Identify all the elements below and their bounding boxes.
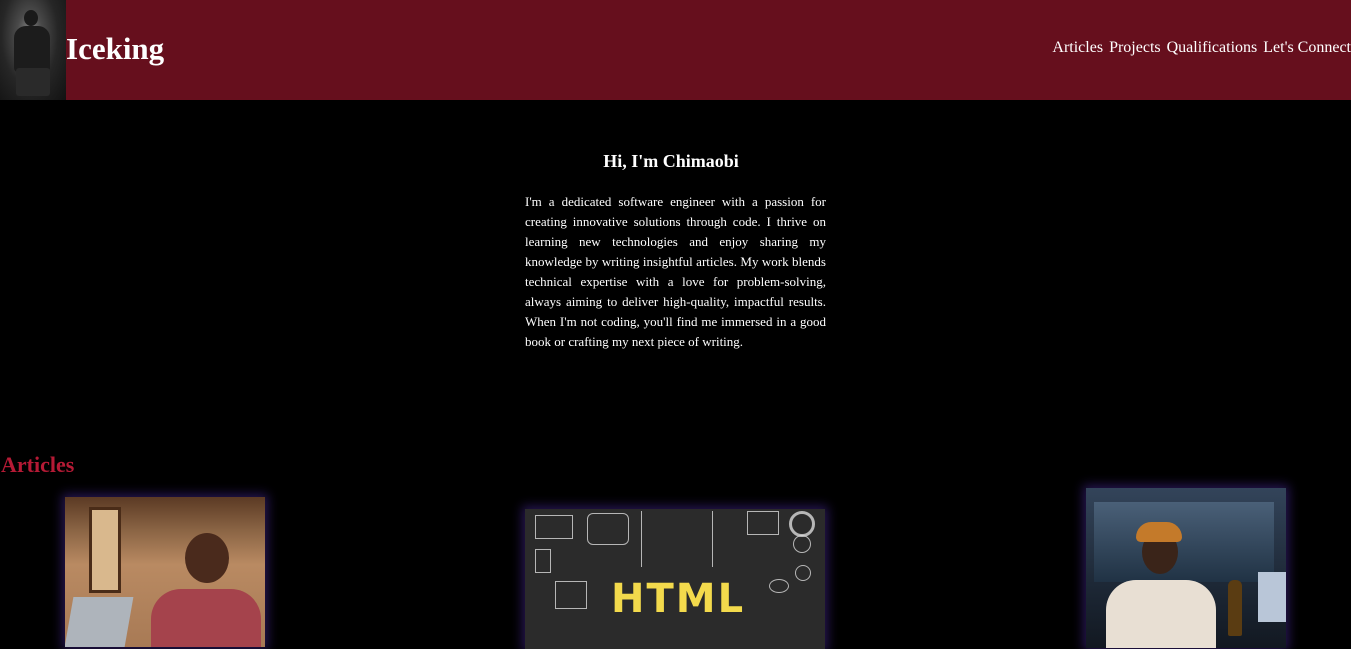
nav-qualifications[interactable]: Qualifications xyxy=(1167,38,1258,58)
article-card-3[interactable] xyxy=(1086,488,1286,648)
man-with-bottle-image-city xyxy=(1094,502,1274,582)
man-with-bottle-image-bottle xyxy=(1228,580,1242,636)
child-with-laptop-image-window xyxy=(89,507,121,593)
man-with-bottle-image-monitor xyxy=(1258,572,1286,622)
articles-heading: Articles xyxy=(1,452,75,477)
main-nav: Articles Projects Qualifications Let's C… xyxy=(1052,38,1351,58)
man-with-bottle-image-turban xyxy=(1136,522,1182,542)
chalk-doodle xyxy=(535,549,551,573)
child-with-laptop-image-shirt xyxy=(151,589,261,647)
child-with-laptop-image-head xyxy=(185,533,229,583)
chalk-doodle xyxy=(587,513,629,545)
article-card-2[interactable]: HTML xyxy=(525,509,825,649)
chalk-doodle xyxy=(769,579,789,593)
avatar[interactable] xyxy=(0,0,66,100)
html-chalkboard-title: HTML xyxy=(611,576,746,622)
nav-articles[interactable]: Articles xyxy=(1052,38,1103,58)
avatar-figure-body xyxy=(14,26,50,72)
avatar-figure-legs xyxy=(16,68,50,96)
chalk-doodle xyxy=(793,535,811,553)
chalk-doodle xyxy=(535,515,573,539)
gear-icon xyxy=(789,511,815,537)
site-brand[interactable]: Iceking xyxy=(66,30,164,68)
hero-title: Hi, I'm Chimaobi xyxy=(603,151,739,171)
chalk-doodle xyxy=(641,511,713,567)
child-with-laptop-image-laptop xyxy=(65,597,134,647)
site-header: Iceking Articles Projects Qualifications… xyxy=(0,0,1351,100)
nav-lets-connect[interactable]: Let's Connect xyxy=(1263,38,1351,58)
chalk-doodle xyxy=(747,511,779,535)
chalk-doodle xyxy=(555,581,587,609)
man-with-bottle-image-body xyxy=(1106,580,1216,648)
nav-projects[interactable]: Projects xyxy=(1109,38,1161,58)
search-icon xyxy=(795,565,811,581)
hero-bio: I'm a dedicated software engineer with a… xyxy=(525,194,826,349)
avatar-figure-head xyxy=(24,10,38,26)
article-card-1[interactable] xyxy=(65,497,265,647)
